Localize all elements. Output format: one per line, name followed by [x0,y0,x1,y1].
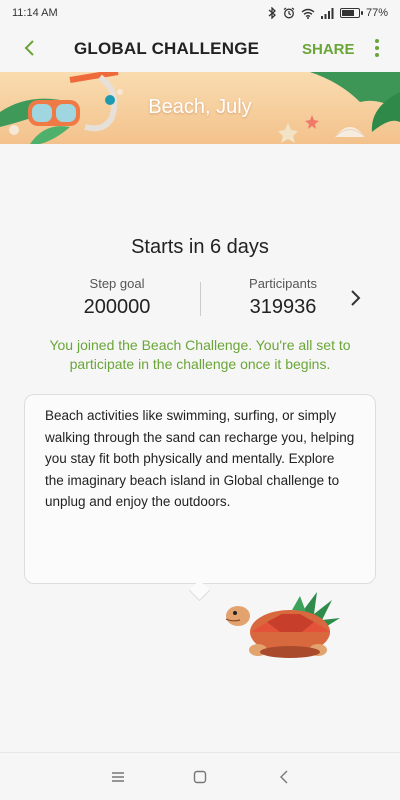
recent-apps-button[interactable] [108,767,128,787]
back-nav-icon [280,770,288,784]
challenge-banner: Beach, July [0,72,400,144]
step-goal-value: 200000 [83,296,151,318]
alarm-icon [283,7,295,19]
signal-icon [320,7,334,19]
back-nav-button[interactable] [274,767,294,787]
chevron-right-icon [351,290,361,306]
home-icon [193,770,207,784]
participants-block: Participants 319936 [208,276,358,319]
page-title: GLOBAL CHALLENGE [74,39,260,58]
status-bar: 11:14 AM 77% [0,0,400,26]
system-nav-bar [0,752,400,800]
battery-percent: 77% [365,7,388,19]
description-text: Beach activities like swimming, surfing,… [45,408,355,509]
app-bar: GLOBAL CHALLENGE SHARE [0,26,400,72]
home-button[interactable] [190,767,210,787]
step-goal-label: Step goal [89,276,145,291]
more-options-button[interactable] [370,37,384,59]
stats-divider [200,282,201,316]
wifi-icon [301,8,315,19]
participants-value: 319936 [249,296,317,318]
participants-details-button[interactable] [346,288,366,308]
battery-icon [339,8,363,18]
bluetooth-icon [268,7,276,19]
back-button[interactable] [18,37,40,59]
participants-label: Participants [249,276,317,291]
banner-title: Beach, July [148,96,252,118]
status-icons: 77% [268,7,388,19]
status-time: 11:14 AM [12,7,58,19]
description-bubble: Beach activities like swimming, surfing,… [24,394,376,584]
more-vert-icon [375,39,379,43]
joined-message: You joined the Beach Challenge. You're a… [49,337,351,372]
turtle-icon [225,592,340,658]
challenge-start-countdown: Starts in 6 days [131,236,269,258]
step-goal-block: Step goal 200000 [42,276,192,319]
back-arrow-icon [24,40,34,56]
menu-icon [112,772,124,782]
share-button[interactable]: SHARE [302,41,355,58]
